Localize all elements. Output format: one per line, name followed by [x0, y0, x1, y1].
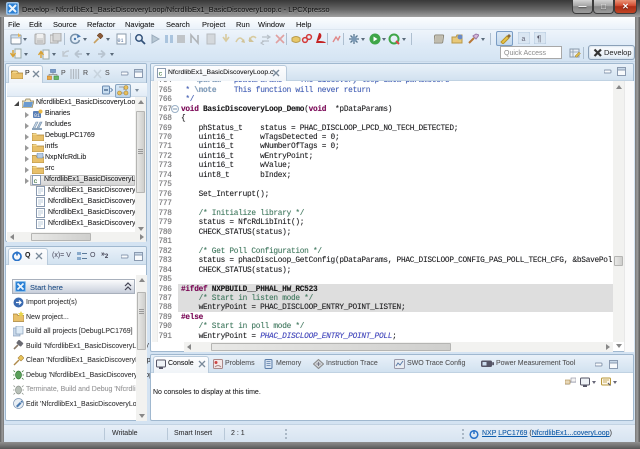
svg-text:01: 01	[34, 113, 40, 119]
svg-text:01: 01	[118, 38, 124, 44]
svg-text:a: a	[522, 36, 526, 43]
svg-text:c: c	[159, 71, 163, 78]
svg-text:¶: ¶	[537, 35, 541, 44]
svg-text:c: c	[34, 178, 38, 185]
